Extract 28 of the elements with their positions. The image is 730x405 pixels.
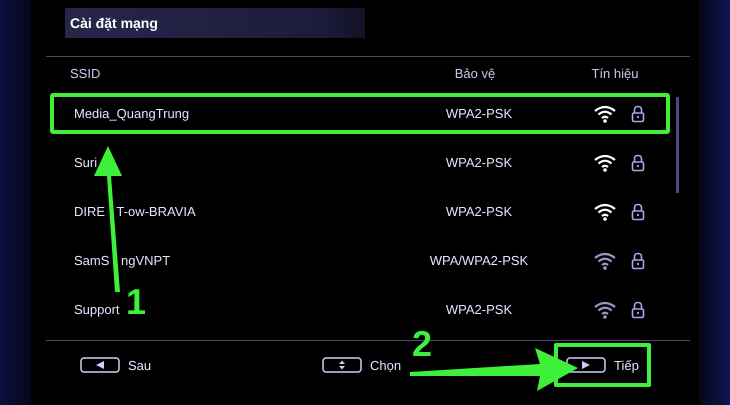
- security-text: WPA2-PSK: [444, 204, 514, 219]
- lock-icon: [631, 252, 645, 270]
- lock-icon: [631, 154, 645, 172]
- security-text: WPA2-PSK: [444, 302, 514, 317]
- remote-hint-button[interactable]: Chọn: [310, 348, 414, 382]
- security-text: WPA2-PSK: [444, 155, 514, 170]
- window-title: Cài đặt mạng: [70, 15, 158, 31]
- annotation-number: 1: [126, 284, 146, 320]
- scrollbar[interactable]: [676, 97, 679, 193]
- column-header: Bảo vệ: [454, 66, 496, 80]
- selected-network-row[interactable]: Media_QuangTrung WPA2-PSK: [50, 93, 670, 134]
- security-text: WPA/WPA2-PSK: [428, 253, 530, 268]
- lock-icon: [631, 104, 645, 122]
- security-text: WPA2-PSK: [444, 106, 514, 121]
- annotation-number: 2: [412, 326, 432, 362]
- ssid-text: Media_QuangTrung: [74, 106, 190, 121]
- ssid-text: Support: [74, 302, 121, 317]
- lock-icon: [631, 202, 645, 220]
- remote-key-icon: [80, 357, 120, 373]
- ssid-text: SamS ngVNPT: [74, 253, 172, 268]
- remote-key-icon: [566, 357, 606, 373]
- column-header: Tín hiệu: [590, 66, 640, 80]
- remote-hint-button[interactable]: Sau: [68, 348, 164, 382]
- remote-key-icon: [322, 357, 362, 373]
- column-header: SSID: [70, 66, 102, 80]
- ssid-text: Suri: [74, 155, 98, 170]
- lock-icon: [631, 300, 645, 318]
- ssid-text: DIRE T-ow-BRAVIA: [74, 204, 197, 219]
